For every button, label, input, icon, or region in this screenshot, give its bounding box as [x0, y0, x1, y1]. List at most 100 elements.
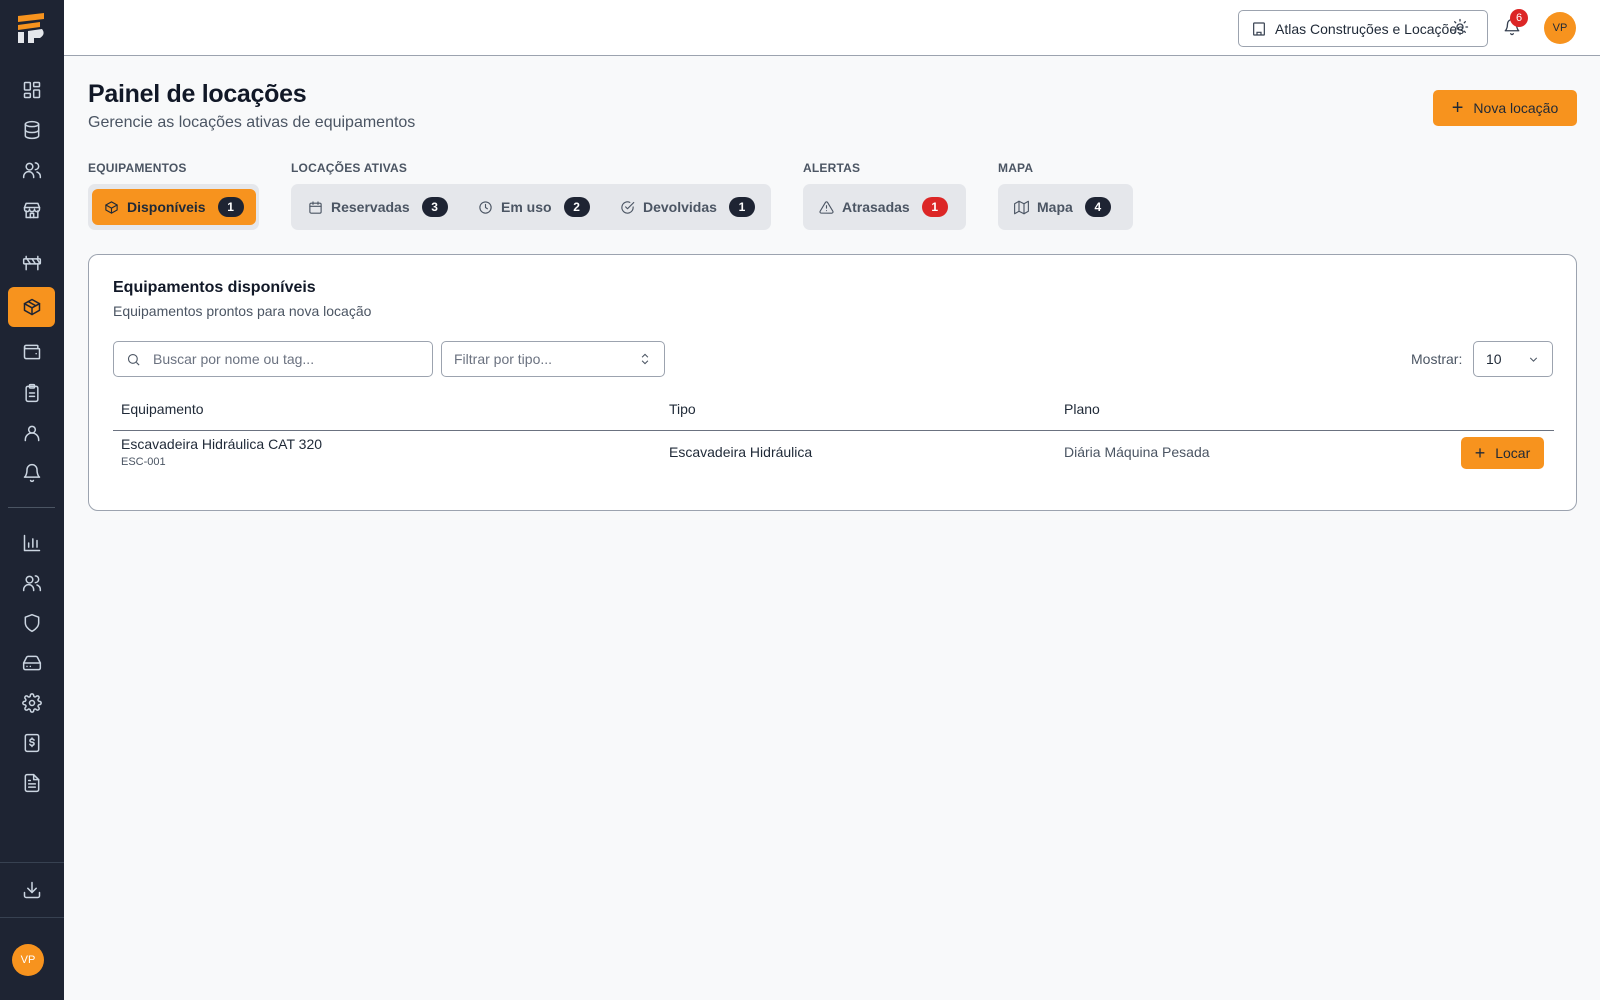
tab-overdue[interactable]: Atrasadas 1: [807, 189, 960, 225]
equipment-plan: Diária Máquina Pesada: [1064, 444, 1210, 460]
card-subtitle: Equipamentos prontos para nova locação: [113, 303, 372, 319]
sidebar-item-storage[interactable]: [8, 643, 55, 683]
sidebar-divider: [8, 507, 55, 508]
tab-label: Em uso: [501, 199, 552, 215]
sidebar-item-team[interactable]: [8, 563, 55, 603]
group-label-active-rentals: LOCAÇÕES ATIVAS: [291, 161, 408, 175]
tab-reserved[interactable]: Reservadas 3: [296, 189, 460, 225]
search-input[interactable]: [153, 351, 413, 367]
notification-count-badge: 6: [1510, 9, 1528, 27]
sidebar-item-profile[interactable]: [8, 413, 55, 453]
page-size-select[interactable]: 10: [1473, 341, 1553, 377]
type-filter-placeholder: Filtrar por tipo...: [454, 351, 553, 367]
rent-button-label: Locar: [1495, 445, 1531, 461]
search-icon: [127, 353, 140, 366]
chevrons-up-down-icon: [641, 353, 649, 365]
document-icon: [24, 773, 39, 793]
column-header-equipment[interactable]: Equipamento: [121, 401, 204, 417]
type-filter-select[interactable]: Filtrar por tipo...: [441, 341, 665, 377]
clipboard-icon: [24, 383, 39, 403]
bar-chart-icon: [23, 534, 40, 552]
check-circle-icon: [621, 200, 635, 214]
count-badge: 1: [728, 197, 755, 217]
count-badge: 1: [921, 197, 948, 217]
tab-map[interactable]: Mapa 4: [1002, 189, 1123, 225]
equipment-tag: ESC-001: [121, 456, 166, 468]
count-badge: 1: [217, 197, 244, 217]
wallet-icon: [23, 344, 40, 360]
download-icon: [23, 881, 40, 899]
page-size-label: Mostrar:: [1411, 351, 1463, 367]
clock-icon: [479, 200, 492, 214]
chevron-down-icon: [1529, 357, 1538, 362]
sidebar-item-billing[interactable]: [8, 723, 55, 763]
sidebar-divider: [0, 917, 64, 918]
equipment-name: Escavadeira Hidráulica CAT 320: [121, 436, 323, 452]
tab-available[interactable]: Disponíveis 1: [92, 189, 256, 225]
sidebar-item-download[interactable]: [8, 870, 55, 910]
tab-returned[interactable]: Devolvidas 1: [608, 189, 767, 225]
sidebar-item-checklists[interactable]: [8, 373, 55, 413]
search-field: [113, 341, 433, 377]
tab-label: Reservadas: [331, 199, 410, 215]
sidebar-item-dashboard[interactable]: [8, 70, 55, 110]
sidebar-item-database[interactable]: [8, 110, 55, 150]
calendar-icon: [309, 200, 322, 214]
company-name: Atlas Construções e Locações: [1275, 20, 1465, 37]
barrier-icon: [22, 255, 41, 271]
available-equipment-card: Equipamentos disponíveis Equipamentos pr…: [88, 254, 1577, 511]
tab-label: Disponíveis: [127, 199, 206, 215]
map-icon: [1014, 200, 1029, 214]
store-icon: [23, 202, 40, 219]
box-icon: [105, 200, 118, 214]
sidebar-item-settings[interactable]: [8, 683, 55, 723]
tab-label: Mapa: [1037, 199, 1073, 215]
new-rental-button[interactable]: + Nova locação: [1433, 90, 1577, 126]
group-label-map: MAPA: [998, 161, 1034, 175]
building-icon: [1253, 21, 1265, 36]
count-badge: 4: [1084, 197, 1111, 217]
column-header-plan[interactable]: Plano: [1064, 401, 1100, 417]
sidebar-item-equipment[interactable]: [8, 287, 55, 327]
drive-icon: [22, 655, 41, 671]
logo-icon[interactable]: [14, 10, 50, 46]
warning-icon: [819, 200, 834, 214]
group-label-equipment: EQUIPAMENTOS: [88, 161, 187, 175]
sidebar-divider: [0, 862, 64, 863]
bell-icon: [23, 463, 40, 483]
database-icon: [24, 120, 39, 140]
count-badge: 3: [421, 197, 448, 217]
tab-in-use[interactable]: Em uso 2: [466, 189, 602, 225]
count-badge: 2: [563, 197, 590, 217]
sidebar-item-documents[interactable]: [8, 763, 55, 803]
new-rental-label: Nova locação: [1473, 100, 1559, 116]
sun-icon: [1451, 18, 1469, 36]
tab-label: Devolvidas: [643, 199, 717, 215]
avatar[interactable]: VP: [12, 944, 44, 976]
sidebar-item-finance[interactable]: [8, 332, 55, 372]
gear-icon: [21, 693, 42, 713]
sidebar-item-barrier[interactable]: [8, 243, 55, 283]
topbar: Atlas Construções e Locações: [64, 0, 1600, 56]
page-size-value: 10: [1486, 351, 1502, 367]
page-title: Painel de locações: [88, 80, 307, 108]
rent-button[interactable]: + Locar: [1461, 437, 1544, 469]
table-header-divider: [113, 430, 1554, 431]
column-header-type[interactable]: Tipo: [669, 401, 696, 417]
users-icon: [22, 575, 41, 592]
equipment-type: Escavadeira Hidráulica: [669, 444, 813, 460]
sidebar-item-security[interactable]: [8, 603, 55, 643]
box-icon: [23, 298, 40, 316]
avatar[interactable]: VP: [1544, 12, 1576, 44]
page-subtitle: Gerencie as locações ativas de equipamen…: [88, 114, 416, 131]
user-icon: [24, 425, 39, 442]
sidebar-item-store[interactable]: [8, 190, 55, 230]
plus-icon: +: [1474, 443, 1486, 463]
shield-icon: [24, 613, 39, 633]
sidebar-item-clients[interactable]: [8, 150, 55, 190]
theme-toggle-button[interactable]: [1449, 16, 1471, 38]
users-icon: [22, 162, 41, 179]
sidebar-item-reports[interactable]: [8, 523, 55, 563]
sidebar-item-alerts[interactable]: [8, 453, 55, 493]
tab-label: Atrasadas: [842, 199, 910, 215]
